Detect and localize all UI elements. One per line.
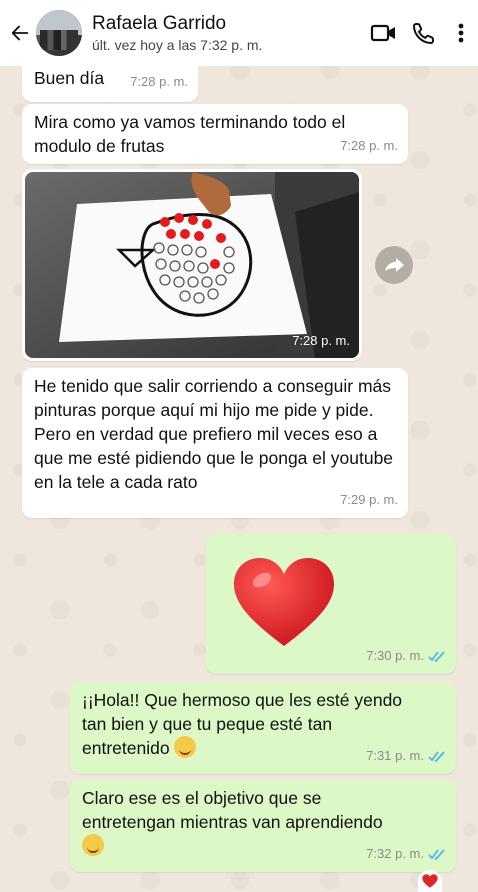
partying-face-emoji	[82, 834, 104, 856]
message-time: 7:30 p. m.	[366, 644, 446, 668]
message-time: 7:31 p. m.	[366, 744, 446, 768]
more-options-button[interactable]	[444, 22, 478, 44]
phone-icon	[412, 23, 434, 45]
video-call-button[interactable]	[364, 22, 404, 44]
message-incoming[interactable]: Buen día 7:28 p. m.	[22, 66, 198, 102]
arrow-left-icon	[11, 25, 29, 41]
message-text-content: ¡¡Hola!! Que hermoso que les esté yendo …	[82, 690, 403, 758]
double-check-icon	[428, 848, 445, 860]
message-incoming[interactable]: Mira como ya vamos terminando todo el mo…	[22, 104, 408, 164]
contact-info[interactable]: Rafaela Garrido últ. vez hoy a las 7:32 …	[92, 13, 364, 53]
contact-name: Rafaela Garrido	[92, 13, 227, 34]
message-outgoing[interactable]: Claro ese es el objetivo que se entreten…	[70, 780, 456, 872]
message-time: 7:32 p. m.	[366, 842, 446, 866]
message-time: 7:28 p. m.	[130, 74, 188, 89]
time-text: 7:32 p. m.	[366, 846, 424, 861]
voice-call-button[interactable]	[404, 21, 444, 45]
video-call-icon	[370, 24, 395, 42]
time-text: 7:30 p. m.	[366, 648, 424, 663]
double-check-icon	[428, 650, 445, 662]
message-time: 7:28 p. m.	[340, 138, 398, 153]
message-outgoing[interactable]: ¡¡Hola!! Que hermoso que les esté yendo …	[70, 682, 456, 774]
time-text: 7:31 p. m.	[366, 748, 424, 763]
more-vert-icon	[458, 23, 464, 43]
heart-emoji	[234, 558, 334, 646]
message-reaction[interactable]	[418, 870, 442, 892]
chat-header: Rafaela Garrido últ. vez hoy a las 7:32 …	[0, 0, 478, 66]
message-incoming-image[interactable]: 7:28 p. m.	[22, 169, 362, 361]
double-check-icon	[428, 750, 445, 762]
message-incoming[interactable]: He tenido que salir corriendo a consegui…	[22, 368, 408, 518]
back-button[interactable]	[6, 22, 34, 44]
message-outgoing-emoji[interactable]: 7:30 p. m.	[206, 534, 456, 674]
forward-icon	[385, 258, 404, 272]
last-seen-status: últ. vez hoy a las 7:32 p. m.	[92, 37, 263, 53]
heart-reaction-icon	[422, 874, 438, 888]
forward-button[interactable]	[375, 246, 413, 284]
message-time: 7:28 p. m.	[292, 333, 350, 348]
smiling-face-hearts-emoji	[174, 736, 197, 758]
avatar[interactable]	[36, 10, 82, 56]
message-text-content: Claro ese es el objetivo que se entreten…	[82, 788, 383, 832]
message-time: 7:29 p. m.	[340, 492, 398, 507]
message-text: He tenido que salir corriendo a consegui…	[34, 376, 394, 492]
